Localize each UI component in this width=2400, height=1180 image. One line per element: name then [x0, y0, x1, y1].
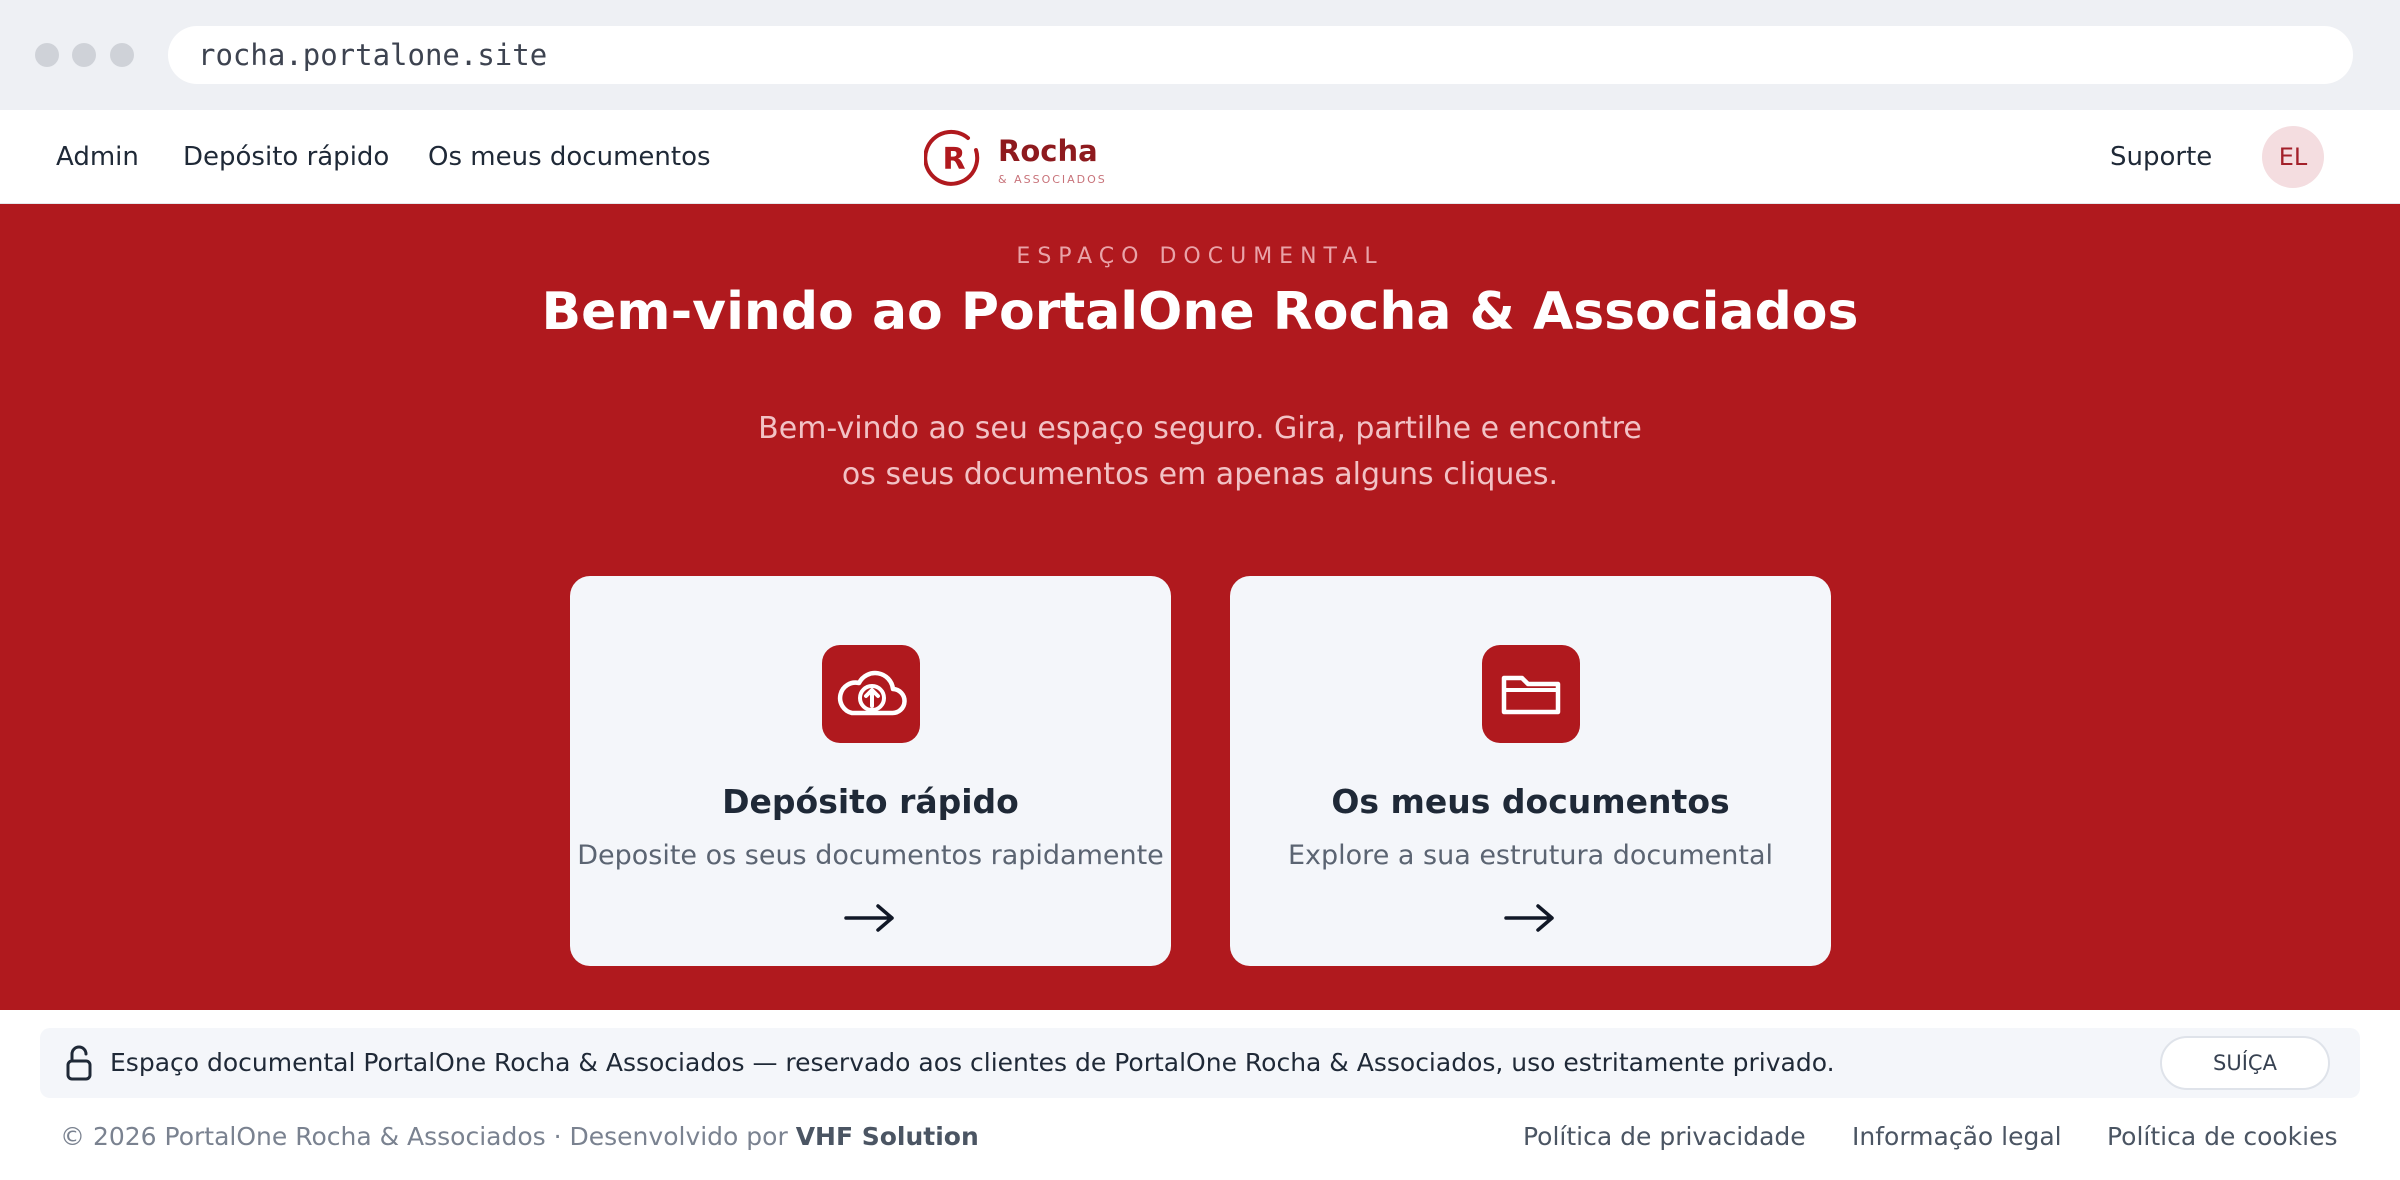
logo-name: Rocha — [998, 134, 1098, 168]
arrow-right-icon — [1504, 904, 1554, 932]
nav-link-admin[interactable]: Admin — [56, 110, 139, 204]
region-badge[interactable]: SUÍÇA — [2160, 1036, 2330, 1090]
top-nav: Admin Depósito rápido Os meus documentos… — [0, 110, 2400, 204]
privacy-notice: Espaço documental PortalOne Rocha & Asso… — [40, 1028, 2360, 1098]
cloud-upload-icon — [822, 645, 920, 743]
logo-mark-icon: R — [924, 129, 980, 186]
unlock-icon — [66, 1045, 92, 1081]
logo-mark-letter: R — [942, 142, 965, 177]
window-close-dot[interactable] — [35, 43, 59, 67]
address-bar-url: rocha.portalone.site — [198, 38, 548, 72]
my-documents-card-title: Os meus documentos — [1331, 782, 1730, 821]
footer-developer[interactable]: VHF Solution — [796, 1122, 979, 1151]
page-title: Bem-vindo ao PortalOne Rocha & Associado… — [541, 282, 1859, 342]
support-link[interactable]: Suporte — [2110, 110, 2212, 204]
footer-copyright-text: © 2026 PortalOne Rocha & Associados · De… — [60, 1122, 788, 1151]
footer-link-legal[interactable]: Informação legal — [1852, 1122, 2062, 1151]
footer-link-cookies[interactable]: Política de cookies — [2107, 1122, 2338, 1151]
hero-subtitle: Bem-vindo ao seu espaço seguro. Gira, pa… — [700, 406, 1700, 498]
hero-subtitle-line-2: os seus documentos em apenas alguns cliq… — [841, 457, 1559, 492]
privacy-notice-text: Espaço documental PortalOne Rocha & Asso… — [110, 1048, 1835, 1077]
logo-subtitle: & ASSOCIADOS — [998, 173, 1107, 186]
quick-deposit-card[interactable]: Depósito rápido Deposite os seus documen… — [570, 576, 1171, 966]
arrow-right-icon — [844, 904, 894, 932]
quick-deposit-card-title: Depósito rápido — [722, 782, 1019, 821]
address-bar[interactable]: rocha.portalone.site — [168, 26, 2353, 84]
folder-icon — [1482, 645, 1580, 743]
hero-eyebrow: ESPAÇO DOCUMENTAL — [1016, 244, 1384, 269]
hero-subtitle-line-1: Bem-vindo ao seu espaço seguro. Gira, pa… — [758, 411, 1642, 446]
quick-deposit-card-description: Deposite os seus documentos rapidamente — [577, 840, 1164, 871]
footer-link-privacy[interactable]: Política de privacidade — [1523, 1122, 1806, 1151]
hero-section: ESPAÇO DOCUMENTAL Bem-vindo ao PortalOne… — [0, 204, 2400, 1010]
browser-chrome: rocha.portalone.site — [0, 0, 2400, 110]
user-avatar[interactable]: EL — [2262, 126, 2324, 188]
my-documents-card-description: Explore a sua estrutura documental — [1287, 840, 1773, 871]
window-maximize-dot[interactable] — [110, 43, 134, 67]
nav-link-quick-deposit[interactable]: Depósito rápido — [183, 110, 389, 204]
nav-link-my-documents[interactable]: Os meus documentos — [428, 110, 711, 204]
my-documents-card[interactable]: Os meus documentos Explore a sua estrutu… — [1230, 576, 1831, 966]
brand-logo[interactable]: R Rocha & ASSOCIADOS — [924, 128, 1124, 188]
window-minimize-dot[interactable] — [72, 43, 96, 67]
footer-copyright: © 2026 PortalOne Rocha & Associados · De… — [60, 1122, 979, 1151]
